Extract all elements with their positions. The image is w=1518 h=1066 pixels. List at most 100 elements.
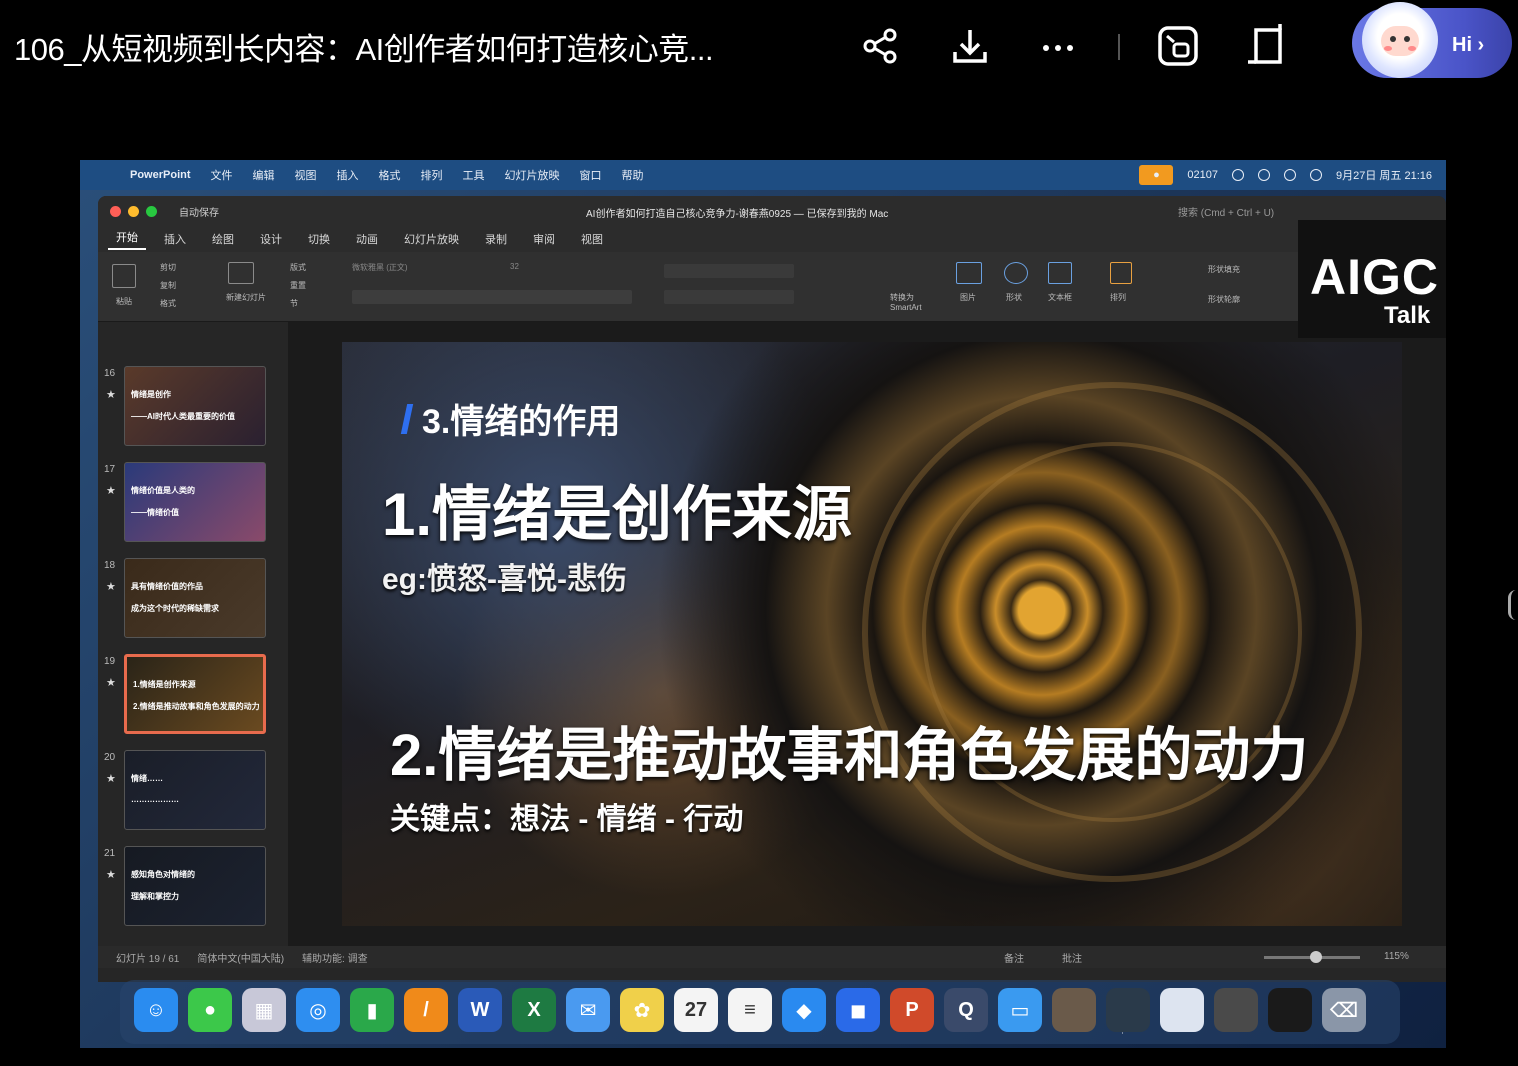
dock-window-2-icon[interactable] [1106, 988, 1150, 1032]
dock-reminders-icon[interactable]: ≡ [728, 988, 772, 1032]
menu-arrange: 排列 [420, 170, 443, 182]
slide-thumbnail-row[interactable]: 21 ★ 感知角色对情绪的 理解和掌控力 [98, 844, 288, 934]
slide-example: eg:愤怒-喜悦-悲伤 [382, 563, 627, 596]
slide-thumbnail[interactable]: 情绪价值是人类的 ——情绪价值 [124, 462, 266, 542]
shape-label: 形状 [1006, 293, 1022, 302]
star-icon: ★ [106, 773, 116, 785]
screenshot-icon[interactable] [1156, 24, 1200, 68]
player-top-bar: 106_从短视频到长内容：AI创作者如何打造核心竞... Hi › [0, 0, 1518, 100]
dock-trash-icon[interactable]: ⌫ [1322, 988, 1366, 1032]
mac-menubar: PowerPoint 文件 编辑 视图 插入 格式 排列 工具 幻灯片放映 窗口… [80, 160, 1446, 190]
thumbnail-number: 16 [104, 368, 116, 379]
tab-insert: 插入 [164, 234, 186, 246]
dock-window-1-icon[interactable] [1052, 988, 1096, 1032]
close-window-icon [110, 205, 121, 217]
assistant-mascot-icon[interactable] [1362, 2, 1438, 78]
minimize-window-icon [128, 205, 139, 217]
slide-thumbnail-row[interactable]: 17 ★ 情绪价值是人类的 ——情绪价值 [98, 460, 288, 550]
dock-powerpoint-icon[interactable]: P [890, 988, 934, 1032]
thumbnail-number: 21 [104, 848, 116, 859]
dock-mail-icon[interactable]: ✉ [566, 988, 610, 1032]
menu-window: 窗口 [579, 170, 602, 182]
menu-edit: 编辑 [252, 170, 275, 182]
ribbon-tabs: 开始 插入 绘图 设计 切换 动画 幻灯片放映 录制 审阅 视图 [98, 226, 1446, 252]
textbox-label: 文本框 [1048, 293, 1072, 302]
more-icon[interactable] [1036, 24, 1080, 68]
dock-quicktime-icon[interactable]: Q [944, 988, 988, 1032]
slide-key-points: 关键点：想法 - 情绪 - 行动 [390, 803, 744, 836]
dock-safari-icon[interactable]: ◎ [296, 988, 340, 1032]
slide-thumbnail[interactable]: 情绪是创作 ——AI时代人类最重要的价值 [124, 366, 266, 446]
share-icon[interactable] [858, 24, 902, 68]
slide-thumbnail-panel: 16 ★ 情绪是创作 ——AI时代人类最重要的价值 17 ★ 情绪价值是人类的 ——情绪价值 1… [98, 322, 288, 946]
font-size: 32 [510, 262, 519, 271]
star-icon: ★ [106, 581, 116, 593]
notes-button: 备注 [1004, 953, 1024, 965]
menu-file: 文件 [210, 170, 233, 182]
tray-wifi-icon [1284, 169, 1296, 181]
dock-preview-icon[interactable]: ▭ [998, 988, 1042, 1032]
dock-qq-icon[interactable]: ◆ [782, 988, 826, 1032]
zoom-level: 115% [1384, 951, 1409, 962]
dock-numbers-icon[interactable]: ▮ [350, 988, 394, 1032]
slide-thumbnail-row[interactable]: 16 ★ 情绪是创作 ——AI时代人类最重要的价值 [98, 364, 288, 454]
dock-calendar-icon[interactable]: 27 [674, 988, 718, 1032]
arrange-icon [1110, 262, 1132, 284]
thumbnail-line: 1.情绪是创作来源 [133, 680, 196, 689]
assistant-label[interactable]: Hi › [1452, 34, 1484, 57]
slide-thumbnail-row[interactable]: 20 ★ 情绪…… ……………… [98, 748, 288, 838]
maximize-window-icon [146, 205, 157, 217]
document-title: AI创作者如何打造自己核心竞争力-谢春燕0925 — 已保存到我的 Mac [586, 209, 889, 220]
dock-window-3-icon[interactable] [1160, 988, 1204, 1032]
slide-thumbnail-row[interactable]: 19 ★ 1.情绪是创作来源 2.情绪是推动故事和角色发展的动力 [98, 652, 288, 742]
star-icon: ★ [106, 485, 116, 497]
side-drawer-handle[interactable] [1508, 590, 1518, 620]
menu-tools: 工具 [462, 170, 485, 182]
slide-editor: 3.情绪的作用 1.情绪是创作来源 eg:愤怒-喜悦-悲伤 2.情绪是推动故事和… [288, 322, 1446, 946]
microphone-icon: ● [1139, 165, 1174, 185]
tray-status-icon [1232, 169, 1244, 181]
crop-icon[interactable] [1246, 24, 1290, 68]
shape-outline-label: 形状轮廓 [1208, 295, 1240, 304]
dock-meeting-icon[interactable]: ◼ [836, 988, 880, 1032]
thumbnail-line: 理解和掌控力 [131, 892, 179, 901]
tab-home: 开始 [108, 229, 146, 250]
slide-thumbnail[interactable]: 具有情绪价值的作品 成为这个时代的稀缺需求 [124, 558, 266, 638]
tab-record: 录制 [485, 234, 507, 246]
dock-window-4-icon[interactable] [1214, 988, 1258, 1032]
video-title: 106_从短视频到长内容：AI创作者如何打造核心竞... [14, 32, 714, 67]
mac-dock: ☺ ● ▦ ◎ ▮ / W X ✉ ✿ 27 ≡ ◆ ◼ P Q ▭ ⌫ [120, 980, 1400, 1044]
paste-label: 粘贴 [116, 297, 132, 306]
download-icon[interactable] [948, 24, 992, 68]
format-painter-label: 格式 [160, 299, 176, 308]
clock-text: 9月27日 周五 21:16 [1336, 170, 1432, 182]
dock-photos-icon[interactable]: ✿ [620, 988, 664, 1032]
dock-window-5-icon[interactable] [1268, 988, 1312, 1032]
heading-text: 3.情绪的作用 [422, 403, 621, 441]
star-icon: ★ [106, 389, 116, 401]
dock-pages-icon[interactable]: / [404, 988, 448, 1032]
dock-messages-icon[interactable]: ● [188, 988, 232, 1032]
logo-talk: Talk [1384, 302, 1431, 329]
section-label: 节 [290, 299, 298, 308]
thumbnail-line: ——情绪价值 [131, 508, 179, 517]
slide-thumbnail-row[interactable]: 18 ★ 具有情绪价值的作品 成为这个时代的稀缺需求 [98, 556, 288, 646]
timer-text: 02107 [1187, 169, 1218, 181]
font-format-row [352, 290, 632, 304]
slide-thumbnail[interactable]: 1.情绪是创作来源 2.情绪是推动故事和角色发展的动力 [124, 654, 266, 734]
slide-counter: 幻灯片 19 / 61 [116, 953, 180, 965]
dock-word-icon[interactable]: W [458, 988, 502, 1032]
search-field: 搜索 (Cmd + Ctrl + U) [1178, 208, 1275, 219]
dock-finder-icon[interactable]: ☺ [134, 988, 178, 1032]
thumbnail-number: 18 [104, 560, 116, 571]
menu-view: 视图 [294, 170, 317, 182]
menu-app-name: PowerPoint [130, 169, 191, 181]
slide-thumbnail[interactable]: 情绪…… ……………… [124, 750, 266, 830]
tab-draw: 绘图 [212, 234, 234, 246]
picture-label: 图片 [960, 293, 976, 302]
autosave-label: 自动保存 [179, 207, 219, 219]
dock-excel-icon[interactable]: X [512, 988, 556, 1032]
dock-launchpad-icon[interactable]: ▦ [242, 988, 286, 1032]
slide-thumbnail[interactable]: 感知角色对情绪的 理解和掌控力 [124, 846, 266, 926]
shape-fill-label: 形状填充 [1208, 265, 1240, 274]
